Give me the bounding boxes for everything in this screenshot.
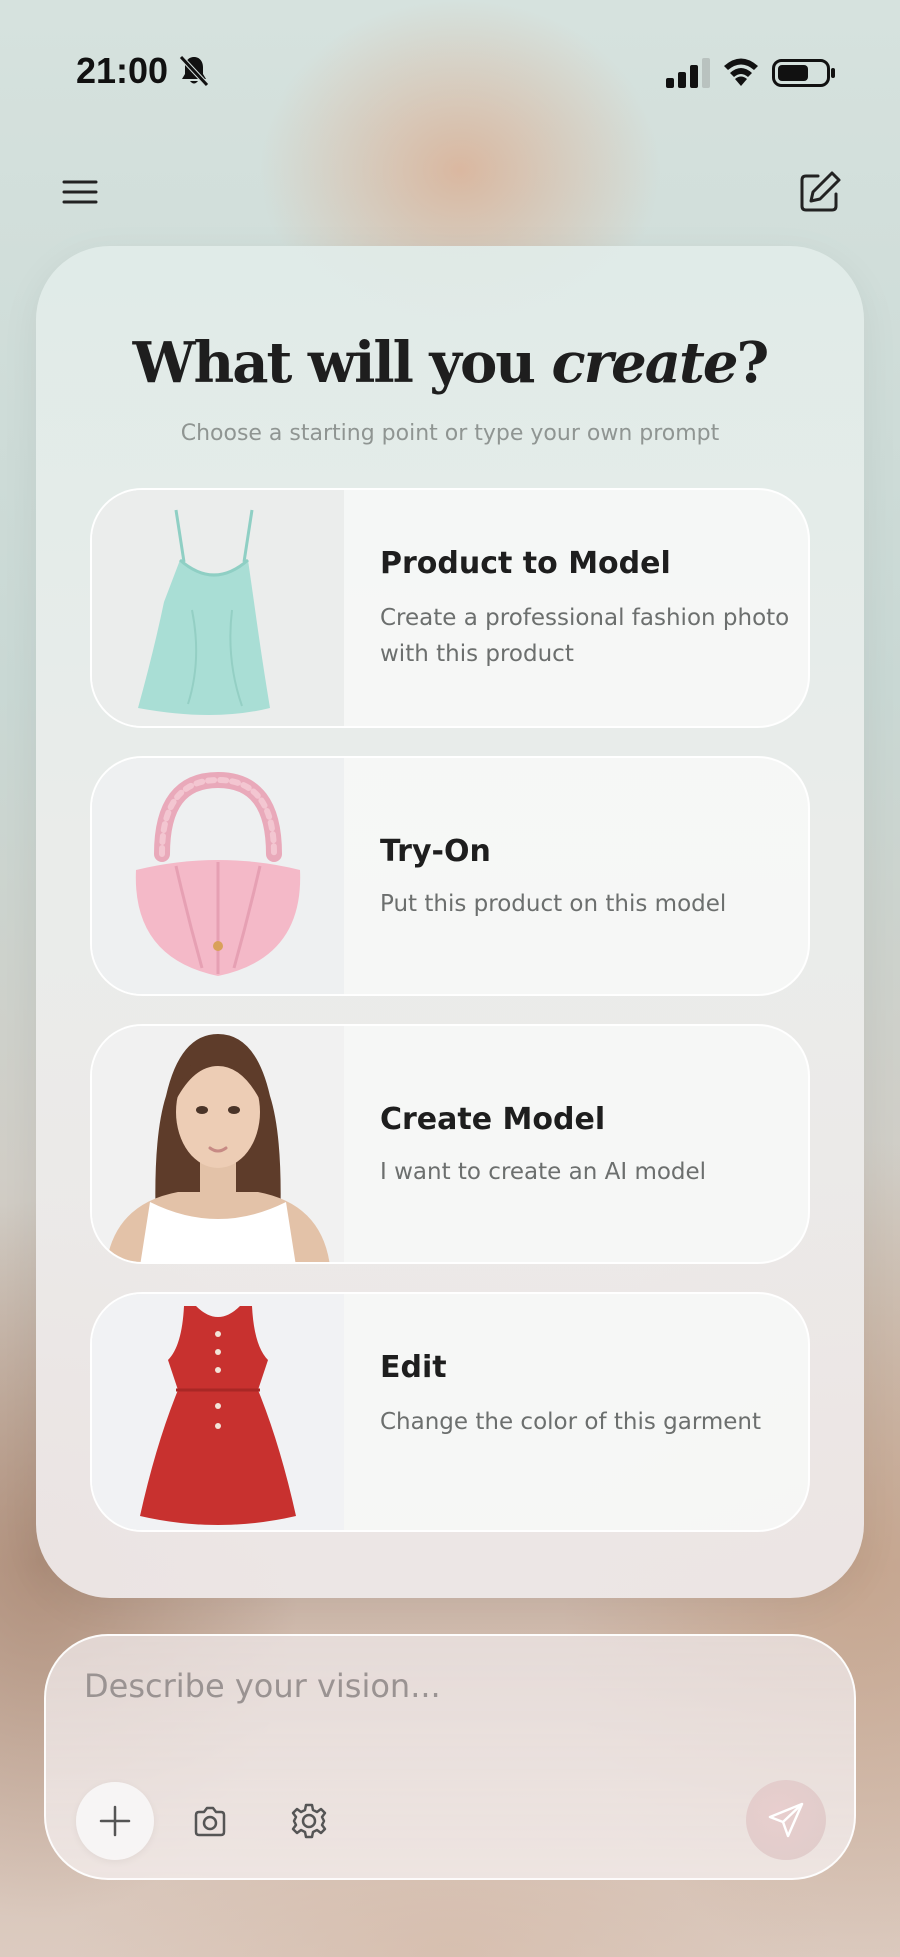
bell-off-icon bbox=[179, 55, 209, 87]
title-plain: What will you bbox=[132, 330, 552, 396]
model-portrait-image bbox=[92, 1026, 344, 1262]
prompt-input[interactable] bbox=[84, 1656, 784, 1716]
page-subtitle: Choose a starting point or type your own… bbox=[180, 421, 720, 446]
card-title: Create Model bbox=[380, 1102, 606, 1137]
card-title: Product to Model bbox=[380, 546, 671, 581]
card-description: Put this product on this model bbox=[380, 891, 727, 917]
settings-gear-icon[interactable] bbox=[290, 1802, 328, 1840]
card-try-on[interactable]: Try-On Put this product on this model bbox=[90, 756, 810, 996]
card-edit[interactable]: Edit Change the color of this garment bbox=[90, 1292, 810, 1532]
add-button[interactable] bbox=[76, 1782, 154, 1860]
send-button[interactable] bbox=[746, 1780, 826, 1860]
card-title: Edit bbox=[380, 1350, 447, 1385]
camera-icon[interactable] bbox=[192, 1804, 228, 1840]
status-time: 21:00 bbox=[76, 50, 169, 91]
battery-icon bbox=[772, 59, 835, 87]
pink-bag-image bbox=[92, 758, 344, 994]
card-create-model[interactable]: Create Model I want to create an AI mode… bbox=[90, 1024, 810, 1264]
red-dress-image bbox=[92, 1294, 344, 1530]
card-product-to-model[interactable]: Product to Model Create a professional f… bbox=[90, 488, 810, 728]
signal-icon bbox=[666, 58, 710, 88]
status-bar: 21:00 bbox=[0, 0, 900, 110]
card-title: Try-On bbox=[380, 834, 491, 869]
card-description: Create a professional fashion photo with… bbox=[380, 605, 790, 667]
title-end: ? bbox=[736, 330, 770, 396]
title-italic: create bbox=[551, 330, 739, 396]
card-description: Change the color of this garment bbox=[380, 1409, 762, 1435]
compose-icon[interactable] bbox=[796, 168, 844, 216]
start-options-panel: What will you create? Choose a starting … bbox=[36, 246, 864, 1598]
send-icon bbox=[768, 1802, 804, 1838]
plus-icon bbox=[99, 1805, 131, 1837]
mint-camisole-image bbox=[92, 490, 344, 726]
page-title: What will you create? bbox=[36, 330, 864, 396]
card-description: I want to create an AI model bbox=[380, 1159, 707, 1185]
hamburger-menu-icon[interactable] bbox=[56, 170, 104, 214]
prompt-composer bbox=[44, 1634, 856, 1880]
wifi-icon bbox=[724, 58, 758, 86]
